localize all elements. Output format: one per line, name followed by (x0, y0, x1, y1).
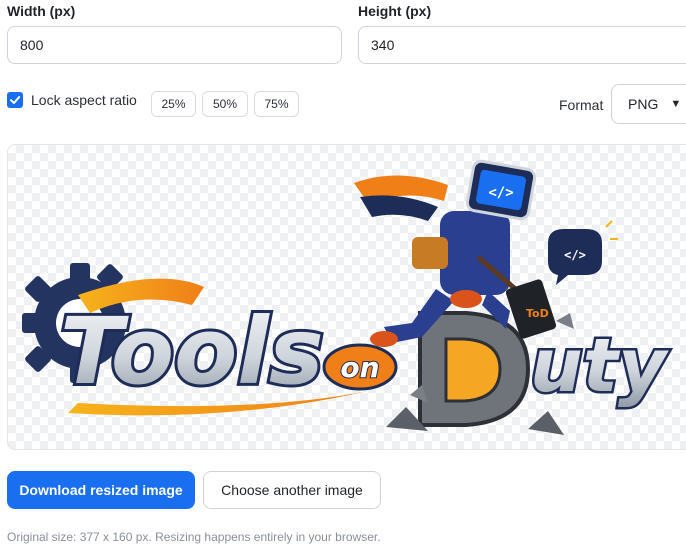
chevron-down-icon: ▼ (670, 98, 682, 110)
width-label: Width (px) (7, 3, 76, 19)
preset-50-button[interactable]: 50% (202, 91, 248, 117)
monitor-code-icon: </> (488, 185, 513, 201)
download-resized-image-button[interactable]: Download resized image (7, 471, 195, 509)
width-input[interactable] (7, 26, 342, 64)
format-selected-value: PNG (628, 96, 659, 112)
logo-on-badge: on (322, 343, 398, 391)
lock-aspect-ratio-label: Lock aspect ratio (31, 92, 137, 108)
format-select[interactable]: PNG ▼ (611, 84, 686, 124)
hammer-badge-text: ToD (526, 307, 549, 320)
tools-on-duty-logo: Tools on uty ToD </> </> (22, 159, 672, 435)
height-label: Height (px) (358, 3, 432, 19)
checkmark-icon (10, 96, 21, 104)
code-speech-bubble-icon: </> (548, 220, 618, 285)
preset-75-button[interactable]: 75% (254, 91, 299, 117)
format-label: Format (559, 97, 604, 113)
logo-text-uty: uty (530, 323, 669, 409)
preset-25-button[interactable]: 25% (151, 91, 196, 117)
image-preview: Tools on uty ToD </> </> (7, 144, 686, 450)
lock-aspect-ratio-checkbox[interactable] (7, 92, 23, 108)
height-input[interactable] (358, 26, 686, 64)
footnote-text: Original size: 377 x 160 px. Resizing ha… (7, 530, 381, 544)
bubble-code-text: </> (564, 248, 586, 262)
logo-text-tools: Tools (60, 298, 324, 405)
lock-aspect-ratio-toggle[interactable]: Lock aspect ratio (7, 92, 137, 108)
logo-text-on: on (340, 351, 379, 384)
choose-another-image-button[interactable]: Choose another image (203, 471, 381, 509)
